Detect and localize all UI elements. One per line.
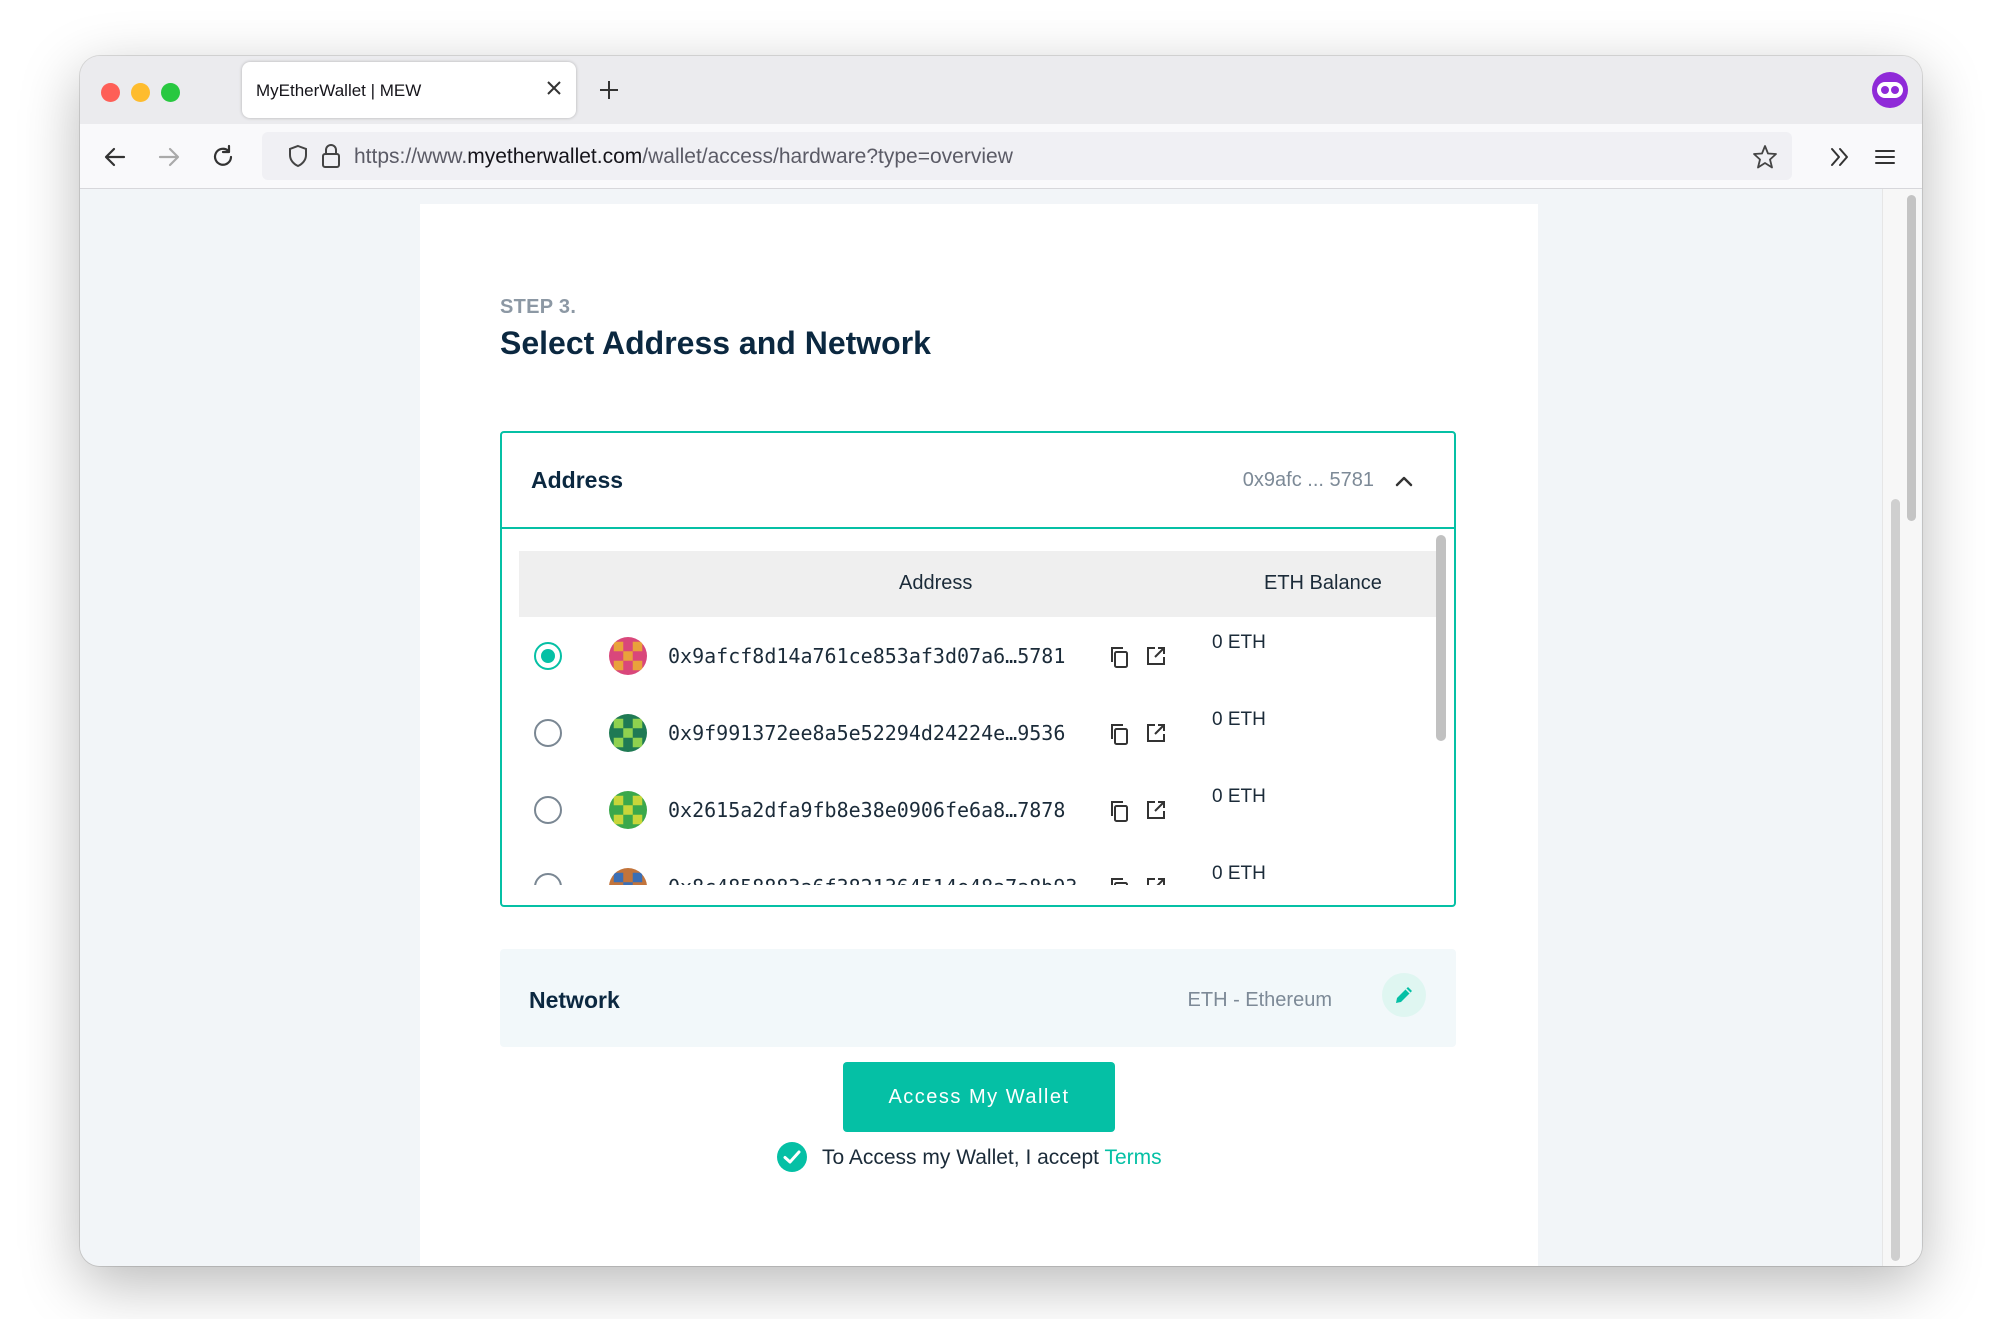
address-radio[interactable]	[534, 719, 562, 747]
external-link-icon[interactable]	[1144, 875, 1168, 885]
zoom-window-button[interactable]	[161, 83, 180, 102]
copy-icon[interactable]	[1108, 722, 1132, 746]
hamburger-menu-icon[interactable]	[1872, 144, 1898, 170]
url-scheme: https://www.	[354, 145, 468, 168]
address-row[interactable]: 0x8c4858883a6f3821364514e48a7a8b93 0 ETH	[502, 848, 1422, 885]
column-header-address: Address	[899, 572, 973, 594]
copy-icon[interactable]	[1108, 799, 1132, 823]
close-icon[interactable]	[544, 78, 564, 98]
eth-balance: 0 ETH	[1212, 632, 1266, 653]
selected-address-short: 0x9afc ... 5781	[1242, 469, 1374, 491]
access-my-wallet-button[interactable]: Access My Wallet	[843, 1062, 1115, 1132]
shield-icon[interactable]	[286, 144, 310, 168]
address-radio[interactable]	[534, 642, 562, 670]
pencil-icon	[1396, 987, 1412, 1003]
external-link-icon[interactable]	[1144, 798, 1168, 822]
eth-balance: 0 ETH	[1212, 863, 1266, 884]
page-title: Select Address and Network	[500, 325, 931, 361]
tab-strip: MyEtherWallet | MEW	[80, 56, 1922, 124]
overflow-chevrons-icon[interactable]	[1827, 144, 1853, 170]
address-list-scroll-thumb[interactable]	[1436, 535, 1446, 741]
minimize-window-button[interactable]	[131, 83, 150, 102]
address-row[interactable]: 0x9afcf8d14a761ce853af3d07a6…5781 0 ETH	[502, 617, 1422, 694]
external-link-icon[interactable]	[1144, 721, 1168, 745]
page-scroll-thumb[interactable]	[1907, 195, 1916, 521]
address-value: 0x9afcf8d14a761ce853af3d07a6…5781	[668, 644, 1066, 668]
terms-text: To Access my Wallet, I accept Terms	[822, 1146, 1162, 1170]
address-list-scrollbar[interactable]	[1434, 529, 1448, 885]
checkmark-circle-icon[interactable]	[776, 1141, 808, 1173]
step-label: STEP 3.	[500, 296, 577, 318]
address-value: 0x8c4858883a6f3821364514e48a7a8b93	[668, 875, 1077, 885]
network-panel-title: Network	[529, 987, 620, 1013]
chevron-up-icon[interactable]	[1394, 471, 1414, 491]
network-panel: Network ETH - Ethereum	[500, 949, 1456, 1047]
blockie-avatar	[609, 714, 647, 752]
address-row[interactable]: 0x2615a2dfa9fb8e38e0906fe6a8…7878 0 ETH	[502, 771, 1422, 848]
address-panel: Address 0x9afc ... 5781 Address ETH Bala…	[500, 431, 1456, 907]
address-radio[interactable]	[534, 873, 562, 885]
address-radio[interactable]	[534, 796, 562, 824]
address-bar[interactable]: https://www.myetherwallet.com/wallet/acc…	[262, 132, 1792, 180]
selected-network: ETH - Ethereum	[1187, 989, 1332, 1011]
blockie-avatar	[609, 637, 647, 675]
edit-network-button[interactable]	[1382, 973, 1426, 1017]
access-wallet-card: STEP 3. Select Address and Network Addre…	[420, 204, 1538, 1266]
reload-icon[interactable]	[210, 144, 236, 170]
external-link-icon[interactable]	[1144, 644, 1168, 668]
new-tab-plus-icon[interactable]	[598, 79, 620, 101]
url-host: myetherwallet.com	[467, 145, 643, 168]
copy-icon[interactable]	[1108, 645, 1132, 669]
blockie-avatar	[609, 868, 647, 885]
browser-tab[interactable]: MyEtherWallet | MEW	[242, 62, 576, 118]
browser-window: MyEtherWallet | MEW https://www.myetherw…	[80, 56, 1922, 1266]
terms-link[interactable]: Terms	[1104, 1146, 1161, 1169]
blockie-avatar	[609, 791, 647, 829]
url-text[interactable]: https://www.myetherwallet.com/wallet/acc…	[354, 145, 1013, 169]
address-panel-header[interactable]: Address 0x9afc ... 5781	[502, 433, 1454, 529]
navigation-toolbar: https://www.myetherwallet.com/wallet/acc…	[80, 124, 1922, 189]
column-header-eth-balance: ETH Balance	[1264, 572, 1382, 594]
terms-acceptance: To Access my Wallet, I accept Terms	[776, 1141, 1196, 1175]
address-panel-title: Address	[531, 467, 624, 493]
address-row[interactable]: 0x9f991372ee8a5e52294d24224e…9536 0 ETH	[502, 694, 1422, 771]
address-value: 0x9f991372ee8a5e52294d24224e…9536	[668, 721, 1066, 745]
forward-arrow-icon[interactable]	[156, 144, 182, 170]
copy-icon[interactable]	[1108, 876, 1132, 885]
tab-title: MyEtherWallet | MEW	[256, 81, 422, 100]
eth-balance: 0 ETH	[1212, 709, 1266, 730]
page-scrollbar[interactable]	[1882, 189, 1921, 1266]
close-window-button[interactable]	[101, 83, 120, 102]
address-value: 0x2615a2dfa9fb8e38e0906fe6a8…7878	[668, 798, 1066, 822]
eth-balance: 0 ETH	[1212, 786, 1266, 807]
back-arrow-icon[interactable]	[102, 144, 128, 170]
page-viewport: STEP 3. Select Address and Network Addre…	[80, 189, 1922, 1266]
address-table: Address ETH Balance 0x9afcf8d14a761ce853…	[502, 529, 1454, 885]
extension-mask-icon[interactable]	[1872, 72, 1908, 108]
lock-icon[interactable]	[320, 143, 342, 169]
url-path: /wallet/access/hardware?type=overview	[642, 145, 1013, 168]
address-table-header: Address ETH Balance	[519, 551, 1439, 617]
page-scroll-thumb-secondary[interactable]	[1891, 499, 1900, 1261]
bookmark-star-icon[interactable]	[1752, 144, 1778, 170]
terms-label: To Access my Wallet, I accept	[822, 1146, 1105, 1169]
